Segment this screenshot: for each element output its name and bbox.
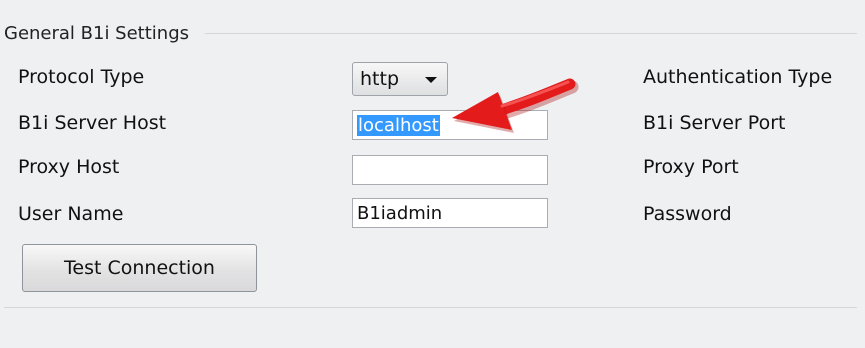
group-divider-top (205, 33, 857, 34)
group-divider-bottom (4, 307, 857, 308)
password-label: Password (643, 203, 732, 225)
group-header: General B1i Settings (4, 22, 197, 44)
user-name-label: User Name (18, 203, 124, 225)
b1i-server-host-label: B1i Server Host (18, 112, 167, 134)
authentication-type-label: Authentication Type (643, 66, 833, 88)
user-name-value: B1iadmin (357, 202, 443, 224)
proxy-host-label: Proxy Host (18, 156, 120, 178)
red-arrow-icon (452, 78, 579, 133)
test-connection-label: Test Connection (64, 257, 215, 279)
b1i-settings-panel: General B1i Settings Protocol Type B1i S… (0, 0, 865, 348)
proxy-host-input[interactable] (352, 155, 548, 185)
protocol-type-label: Protocol Type (18, 66, 145, 88)
b1i-server-host-value: localhost (357, 114, 440, 136)
test-connection-button[interactable]: Test Connection (22, 244, 257, 292)
group-title: General B1i Settings (4, 22, 190, 44)
b1i-server-port-label: B1i Server Port (643, 112, 786, 134)
proxy-port-label: Proxy Port (643, 156, 739, 178)
chevron-down-icon (425, 77, 437, 83)
protocol-type-dropdown[interactable]: http (352, 62, 448, 96)
protocol-type-value: http (360, 68, 400, 90)
user-name-input[interactable]: B1iadmin (352, 198, 548, 228)
